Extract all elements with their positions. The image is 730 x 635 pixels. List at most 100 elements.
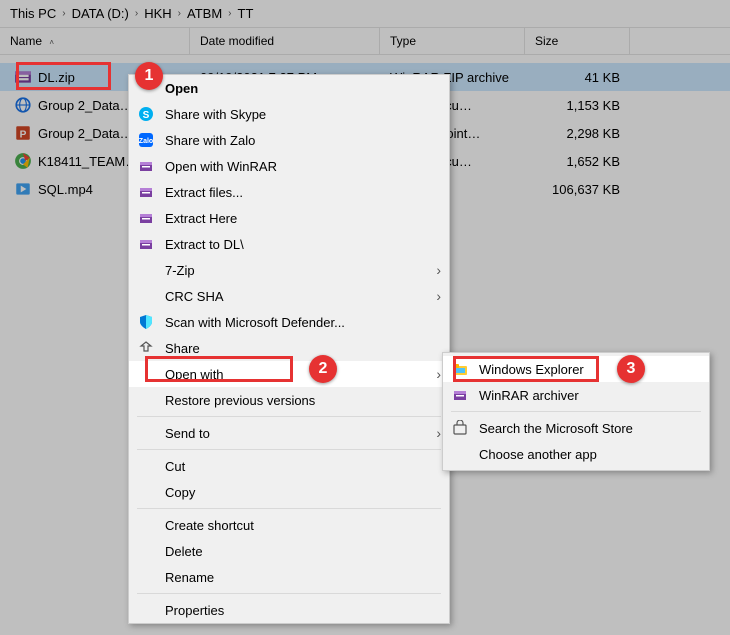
menu-extract-files[interactable]: Extract files...	[129, 179, 449, 205]
menu-properties[interactable]: Properties	[129, 597, 449, 623]
file-size: 41 KB	[525, 70, 630, 85]
chrome-icon	[14, 152, 32, 170]
video-icon	[14, 180, 32, 198]
menu-7zip[interactable]: 7-Zip ›	[129, 257, 449, 283]
chevron-right-icon: ›	[62, 8, 65, 19]
breadcrumb-item[interactable]: This PC	[10, 6, 56, 21]
menu-extract-here[interactable]: Extract Here	[129, 205, 449, 231]
breadcrumb[interactable]: This PC › DATA (D:) › HKH › ATBM › TT	[0, 0, 730, 28]
menu-delete[interactable]: Delete	[129, 538, 449, 564]
menu-label: Properties	[165, 603, 441, 618]
skype-icon: S	[135, 103, 157, 125]
winrar-icon	[135, 207, 157, 229]
badge-3: 3	[617, 355, 645, 383]
menu-share-zalo[interactable]: Zalo Share with Zalo	[129, 127, 449, 153]
store-icon	[449, 417, 471, 439]
chevron-right-icon: ›	[436, 288, 441, 304]
column-size[interactable]: Size	[525, 28, 630, 54]
sort-caret-icon: ˄	[49, 38, 54, 47]
file-size: 1,153 KB	[525, 98, 630, 113]
menu-crc-sha[interactable]: CRC SHA ›	[129, 283, 449, 309]
winrar-icon	[14, 68, 32, 86]
chevron-right-icon: ›	[228, 8, 231, 19]
zalo-icon: Zalo	[135, 129, 157, 151]
menu-label: Copy	[165, 485, 441, 500]
winrar-icon	[449, 384, 471, 406]
menu-open-with[interactable]: Open with ›	[129, 361, 449, 387]
menu-label: WinRAR archiver	[479, 388, 701, 403]
menu-label: Cut	[165, 459, 441, 474]
svg-text:P: P	[20, 130, 27, 141]
menu-label: Send to	[165, 426, 436, 441]
breadcrumb-item[interactable]: DATA (D:)	[72, 6, 129, 21]
chevron-right-icon: ›	[178, 8, 181, 19]
menu-label: Open	[165, 81, 441, 96]
menu-share[interactable]: Share	[129, 335, 449, 361]
menu-label: Extract Here	[165, 211, 441, 226]
open-with-submenu: Windows Explorer WinRAR archiver Search …	[442, 352, 710, 471]
chevron-right-icon: ›	[436, 366, 441, 382]
menu-label: Search the Microsoft Store	[479, 421, 701, 436]
svg-text:S: S	[143, 110, 150, 121]
menu-scan-defender[interactable]: Scan with Microsoft Defender...	[129, 309, 449, 335]
menu-separator	[137, 449, 441, 450]
menu-label: Create shortcut	[165, 518, 441, 533]
menu-open[interactable]: Open	[129, 75, 449, 101]
column-name-label: Name	[10, 34, 42, 48]
column-headers: Name ˄ Date modified Type Size	[0, 28, 730, 55]
menu-rename[interactable]: Rename	[129, 564, 449, 590]
file-size: 2,298 KB	[525, 126, 630, 141]
menu-cut[interactable]: Cut	[129, 453, 449, 479]
html-icon	[14, 96, 32, 114]
menu-label: Share with Zalo	[165, 133, 441, 148]
menu-label: Windows Explorer	[479, 362, 701, 377]
menu-copy[interactable]: Copy	[129, 479, 449, 505]
submenu-windows-explorer[interactable]: Windows Explorer	[443, 356, 709, 382]
menu-label: Rename	[165, 570, 441, 585]
menu-share-skype[interactable]: S Share with Skype	[129, 101, 449, 127]
file-size: 1,652 KB	[525, 154, 630, 169]
menu-label: 7-Zip	[165, 263, 436, 278]
column-date[interactable]: Date modified	[190, 28, 380, 54]
menu-open-winrar[interactable]: Open with WinRAR	[129, 153, 449, 179]
breadcrumb-item[interactable]: HKH	[144, 6, 171, 21]
winrar-icon	[135, 155, 157, 177]
chevron-right-icon: ›	[436, 425, 441, 441]
submenu-winrar[interactable]: WinRAR archiver	[443, 382, 709, 408]
winrar-icon	[135, 181, 157, 203]
breadcrumb-item[interactable]: TT	[238, 6, 254, 21]
winrar-icon	[135, 233, 157, 255]
menu-extract-to[interactable]: Extract to DL\	[129, 231, 449, 257]
menu-label: Extract to DL\	[165, 237, 441, 252]
menu-separator	[137, 416, 441, 417]
chevron-right-icon: ›	[135, 8, 138, 19]
menu-label: Share	[165, 341, 441, 356]
shield-icon	[135, 311, 157, 333]
menu-separator	[137, 593, 441, 594]
menu-label: Open with	[165, 367, 436, 382]
chevron-right-icon: ›	[436, 262, 441, 278]
file-size: 106,637 KB	[525, 182, 630, 197]
menu-create-shortcut[interactable]: Create shortcut	[129, 512, 449, 538]
menu-label: Extract files...	[165, 185, 441, 200]
menu-separator	[451, 411, 701, 412]
breadcrumb-item[interactable]: ATBM	[187, 6, 222, 21]
explorer-icon	[449, 358, 471, 380]
svg-text:Zalo: Zalo	[139, 138, 153, 145]
powerpoint-icon: P	[14, 124, 32, 142]
menu-label: CRC SHA	[165, 289, 436, 304]
column-type[interactable]: Type	[380, 28, 525, 54]
submenu-search-store[interactable]: Search the Microsoft Store	[443, 415, 709, 441]
menu-label: Choose another app	[479, 447, 701, 462]
column-name[interactable]: Name ˄	[0, 28, 190, 54]
badge-1: 1	[135, 62, 163, 90]
menu-label: Scan with Microsoft Defender...	[165, 315, 441, 330]
menu-label: Share with Skype	[165, 107, 441, 122]
menu-send-to[interactable]: Send to ›	[129, 420, 449, 446]
menu-separator	[137, 508, 441, 509]
submenu-choose-another[interactable]: Choose another app	[443, 441, 709, 467]
menu-restore[interactable]: Restore previous versions	[129, 387, 449, 413]
share-icon	[135, 337, 157, 359]
context-menu: Open S Share with Skype Zalo Share with …	[128, 74, 450, 624]
menu-label: Open with WinRAR	[165, 159, 441, 174]
